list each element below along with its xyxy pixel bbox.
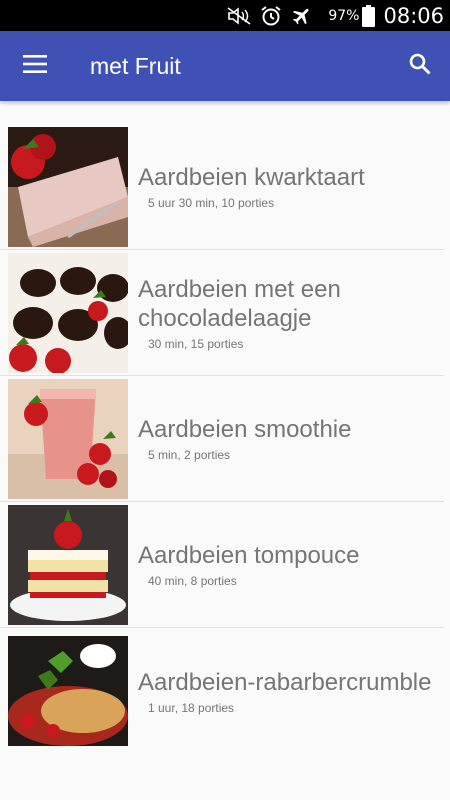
recipe-thumbnail <box>8 378 128 499</box>
search-button[interactable] <box>390 31 450 101</box>
list-item[interactable]: Aardbeien tompouce 40 min, 8 porties <box>0 502 444 628</box>
recipe-thumbnail <box>8 636 128 746</box>
alarm-icon <box>260 5 282 27</box>
recipe-thumbnail <box>8 252 128 373</box>
list-item[interactable]: Aardbeien-rabarbercrumble 1 uur, 18 port… <box>0 628 444 754</box>
hamburger-menu-icon <box>23 54 47 78</box>
recipe-thumbnail <box>8 126 128 247</box>
battery-percentage: 97% <box>328 7 360 24</box>
airplane-mode-icon <box>290 5 314 27</box>
list-item[interactable]: Aardbeien kwarktaart 5 uur 30 min, 10 po… <box>0 124 444 250</box>
recipe-meta: 5 min, 2 porties <box>148 448 231 462</box>
recipe-thumbnail <box>8 504 128 625</box>
page-title: met Fruit <box>90 52 181 79</box>
search-icon <box>408 52 432 81</box>
recipe-title: Aardbeien met een chocoladelaagje <box>138 275 341 332</box>
recipe-meta: 5 uur 30 min, 10 porties <box>148 196 275 210</box>
app-bar: met Fruit <box>0 31 450 101</box>
recipe-title: Aardbeien-rabarbercrumble <box>138 668 432 696</box>
recipe-meta: 40 min, 8 porties <box>148 574 237 588</box>
recipe-title: Aardbeien smoothie <box>138 416 352 443</box>
recipe-title: Aardbeien kwarktaart <box>138 164 365 191</box>
battery-icon <box>362 4 376 27</box>
menu-button[interactable] <box>0 31 70 101</box>
recipe-list: Aardbeien kwarktaart 5 uur 30 min, 10 po… <box>0 124 450 754</box>
status-bar: 97% 08:06 <box>0 0 450 31</box>
recipe-meta: 1 uur, 18 porties <box>148 700 235 715</box>
recipe-meta: 30 min, 15 porties <box>148 336 244 351</box>
list-item[interactable]: Aardbeien smoothie 5 min, 2 porties <box>0 376 444 502</box>
mute-icon <box>226 6 252 26</box>
clock: 08:06 <box>383 3 444 28</box>
list-item[interactable]: Aardbeien met een chocoladelaagje 30 min… <box>0 250 444 376</box>
recipe-title: Aardbeien tompouce <box>138 542 360 569</box>
